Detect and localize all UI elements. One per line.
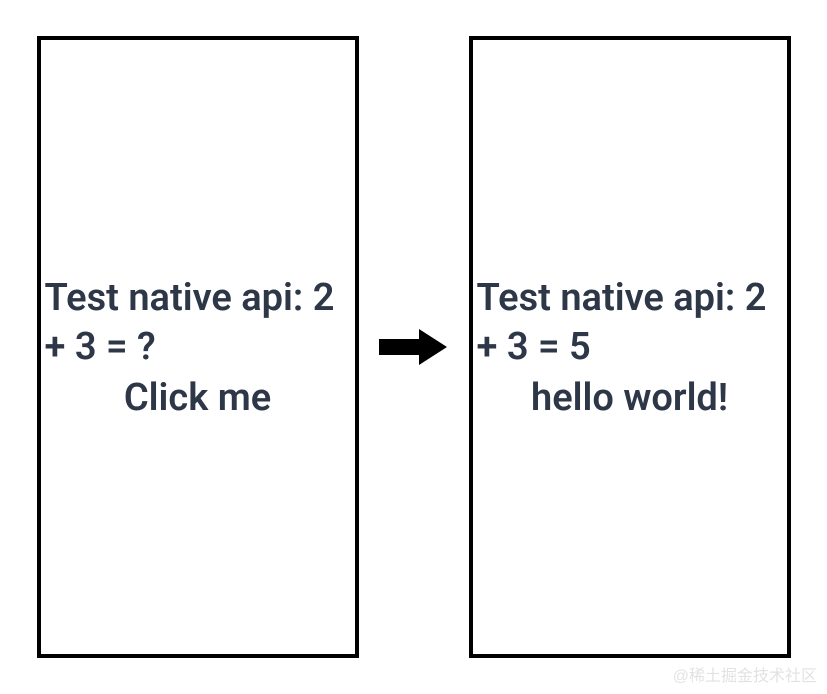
arrow-right-icon: [379, 327, 449, 367]
phone-frame-after: Test native api: 2 + 3 = 5 hello world!: [469, 36, 791, 658]
text-line1-before: Test native api: 2: [45, 276, 335, 320]
arrow-container: [379, 327, 449, 367]
result-text: hello world!: [477, 376, 783, 420]
phone-frame-before: Test native api: 2 + 3 = ? Click me: [37, 36, 359, 658]
text-line1-after: Test native api: 2: [477, 276, 767, 320]
api-test-text-after: Test native api: 2 + 3 = 5: [477, 274, 783, 373]
watermark: @稀土掘金技术社区: [673, 662, 817, 686]
text-line2-before: + 3 = ?: [45, 325, 156, 369]
click-me-button[interactable]: Click me: [45, 376, 351, 420]
api-test-text-before: Test native api: 2 + 3 = ?: [45, 274, 351, 373]
text-line2-after: + 3 = 5: [477, 325, 591, 369]
diagram-container: Test native api: 2 + 3 = ? Click me Test…: [0, 0, 827, 694]
